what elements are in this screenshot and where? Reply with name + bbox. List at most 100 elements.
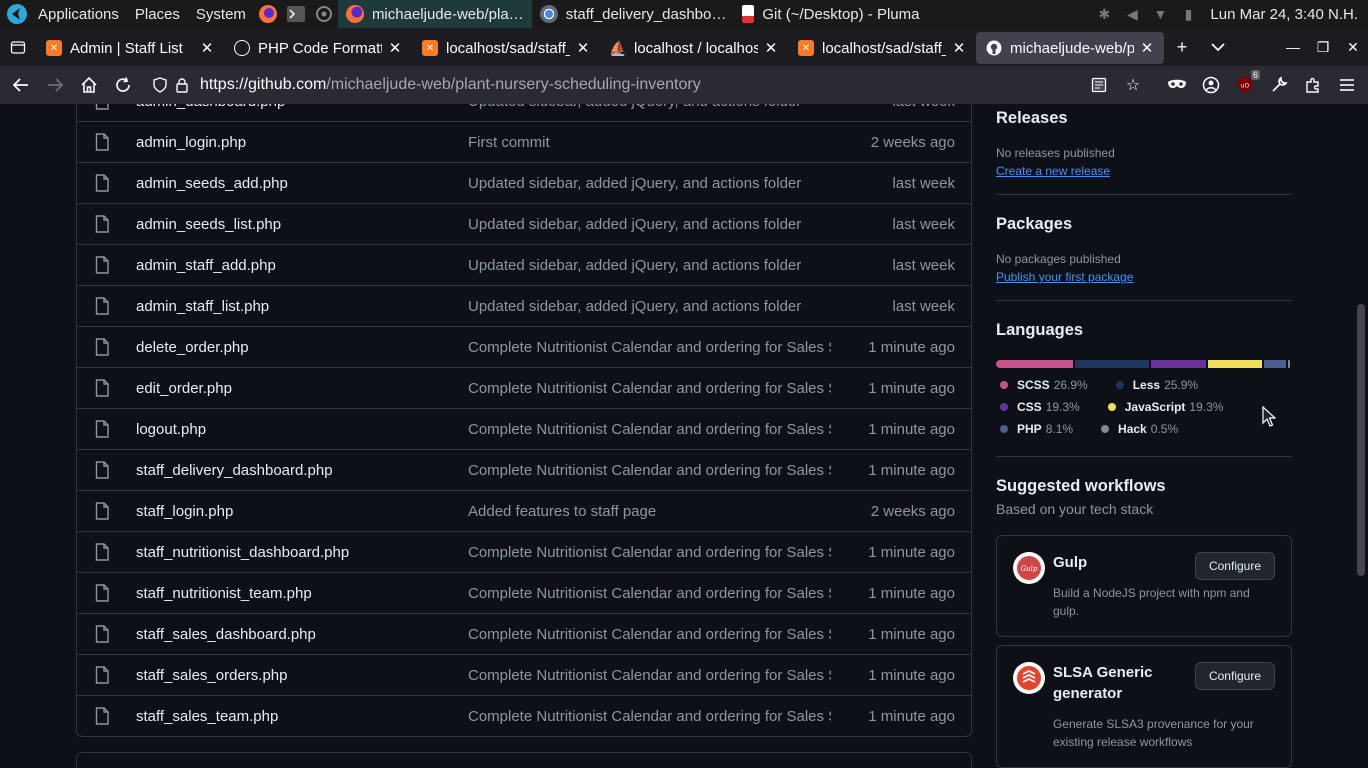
commit-message-link[interactable]: Added features to staff page xyxy=(468,503,831,520)
commit-message-link[interactable]: Complete Nutritionist Calendar and order… xyxy=(468,585,831,602)
language-item[interactable]: JavaScript 19.3% xyxy=(1104,396,1223,418)
account-icon[interactable] xyxy=(1194,68,1228,102)
language-item[interactable]: CSS 19.3% xyxy=(996,396,1080,418)
commit-message-link[interactable]: Complete Nutritionist Calendar and order… xyxy=(468,339,831,356)
wrench-icon[interactable] xyxy=(1262,68,1296,102)
close-tab-icon[interactable]: ✕ xyxy=(950,39,968,57)
chrome-launcher-icon[interactable] xyxy=(313,3,335,25)
volume-icon[interactable]: ◀ xyxy=(1118,0,1146,28)
minimize-icon[interactable]: — xyxy=(1278,29,1308,65)
configure-slsa-button[interactable]: Configure xyxy=(1194,662,1275,690)
home-icon[interactable] xyxy=(72,68,106,102)
reload-icon[interactable] xyxy=(106,68,140,102)
language-bar-segment[interactable] xyxy=(1288,360,1290,368)
new-tab-icon[interactable]: + xyxy=(1164,29,1200,65)
file-row[interactable]: staff_sales_team.php Complete Nutritionis… xyxy=(77,695,971,736)
scrollbar-thumb[interactable] xyxy=(1357,304,1365,576)
language-bar-segment[interactable] xyxy=(1150,360,1206,368)
os-menu-system[interactable]: System xyxy=(188,0,254,28)
file-name-link[interactable]: staff_sales_team.php xyxy=(136,708,468,725)
taskbar-pluma-window[interactable]: Git (~/Desktop) - Pluma xyxy=(734,0,927,28)
tab-github-repo[interactable]: michaeljude-web/pl ✕ xyxy=(976,32,1164,64)
bookmark-star-icon[interactable]: ☆ xyxy=(1116,68,1150,102)
language-item[interactable]: Less 25.9% xyxy=(1112,374,1198,396)
commit-message-link[interactable]: Complete Nutritionist Calendar and order… xyxy=(468,380,831,397)
commit-message-link[interactable]: Complete Nutritionist Calendar and order… xyxy=(468,667,831,684)
extensions-puzzle-icon[interactable] xyxy=(1296,68,1330,102)
shield-icon[interactable] xyxy=(150,75,170,95)
releases-heading[interactable]: Releases xyxy=(996,109,1292,128)
file-name-link[interactable]: logout.php xyxy=(136,421,468,438)
language-item[interactable]: Hack 0.5% xyxy=(1097,418,1178,440)
os-menu-applications[interactable]: Applications xyxy=(30,0,127,28)
close-tab-icon[interactable]: ✕ xyxy=(762,39,780,57)
tab-localhost-phpmyadmin[interactable]: ⛵ localhost / localhost ✕ xyxy=(600,32,788,64)
close-tab-icon[interactable]: ✕ xyxy=(198,39,216,57)
file-name-link[interactable]: admin_seeds_add.php xyxy=(136,175,468,192)
file-row[interactable]: admin_staff_list.php Updated sidebar, add… xyxy=(77,285,971,326)
tab-php-code-formatting[interactable]: PHP Code Formatting ✕ xyxy=(224,32,412,64)
commit-message-link[interactable]: Updated sidebar, added jQuery, and actio… xyxy=(468,216,831,233)
publish-package-link[interactable]: Publish your first package xyxy=(996,270,1292,284)
lock-icon[interactable] xyxy=(172,75,192,95)
packages-heading[interactable]: Packages xyxy=(996,215,1292,234)
page-scrollbar[interactable] xyxy=(1354,104,1368,768)
commit-message-link[interactable]: Updated sidebar, added jQuery, and actio… xyxy=(468,104,831,110)
file-name-link[interactable]: edit_order.php xyxy=(136,380,468,397)
file-row[interactable]: staff_delivery_dashboard.php Complete Nut… xyxy=(77,449,971,490)
file-row[interactable]: staff_sales_orders.php Complete Nutrition… xyxy=(77,654,971,695)
close-tab-icon[interactable]: ✕ xyxy=(386,39,404,57)
taskbar-firefox-window[interactable]: michaeljude-web/pla… xyxy=(337,0,532,28)
distro-logo-icon[interactable] xyxy=(4,1,30,27)
file-name-link[interactable]: staff_sales_orders.php xyxy=(136,667,468,684)
commit-message-link[interactable]: First commit xyxy=(468,134,831,151)
url-bar[interactable]: https://github.com/michaeljude-web/plant… xyxy=(144,69,1156,101)
commit-message-link[interactable]: Updated sidebar, added jQuery, and actio… xyxy=(468,298,831,315)
file-row[interactable]: staff_nutritionist_team.php Complete Nutr… xyxy=(77,572,971,613)
file-row[interactable]: staff_nutritionist_dashboard.php Complete… xyxy=(77,531,971,572)
hamburger-menu-icon[interactable] xyxy=(1330,68,1364,102)
url-text[interactable]: https://github.com/michaeljude-web/plant… xyxy=(200,76,701,94)
chevron-down-icon[interactable] xyxy=(1200,29,1236,65)
file-row[interactable]: admin_dashboard.phpUpdated sidebar, adde… xyxy=(77,104,971,121)
close-tab-icon[interactable]: ✕ xyxy=(574,39,592,57)
private-mask-icon[interactable] xyxy=(1160,68,1194,102)
firefox-launcher-icon[interactable] xyxy=(257,3,279,25)
create-release-link[interactable]: Create a new release xyxy=(996,164,1292,178)
language-bar-segment[interactable] xyxy=(1074,360,1149,368)
commit-message-link[interactable]: Complete Nutritionist Calendar and order… xyxy=(468,708,831,725)
close-tab-icon[interactable]: ✕ xyxy=(1138,39,1156,57)
file-name-link[interactable]: admin_seeds_list.php xyxy=(136,216,468,233)
file-row[interactable]: edit_order.php Complete Nutritionist Cale… xyxy=(77,367,971,408)
reader-view-icon[interactable] xyxy=(1082,68,1116,102)
tab-admin-staff-list[interactable]: ✕ Admin | Staff List ✕ xyxy=(36,32,224,64)
file-row[interactable]: staff_sales_dashboard.php Complete Nutrit… xyxy=(77,613,971,654)
file-row[interactable]: admin_login.php First commit 2 weeks ago xyxy=(77,121,971,162)
file-row[interactable]: admin_seeds_add.php Updated sidebar, adde… xyxy=(77,162,971,203)
tab-localhost-sad-staff-1[interactable]: ✕ localhost/sad/staff_ ✕ xyxy=(412,32,600,64)
terminal-launcher-icon[interactable] xyxy=(285,3,307,25)
configure-gulp-button[interactable]: Configure xyxy=(1194,552,1275,580)
commit-message-link[interactable]: Updated sidebar, added jQuery, and actio… xyxy=(468,175,831,192)
bluetooth-icon[interactable]: ✱ xyxy=(1090,0,1118,28)
file-name-link[interactable]: staff_nutritionist_dashboard.php xyxy=(136,544,468,561)
taskbar-chrome-window[interactable]: staff_delivery_dashbo… xyxy=(532,0,735,28)
language-bar-segment[interactable] xyxy=(1264,360,1287,368)
file-name-link[interactable]: admin_login.php xyxy=(136,134,468,151)
commit-message-link[interactable]: Complete Nutritionist Calendar and order… xyxy=(468,421,831,438)
language-bar-segment[interactable] xyxy=(1207,360,1263,368)
commit-message-link[interactable]: Complete Nutritionist Calendar and order… xyxy=(468,626,831,643)
os-menu-places[interactable]: Places xyxy=(127,0,188,28)
language-bar-segment[interactable] xyxy=(996,360,1073,368)
commit-message-link[interactable]: Updated sidebar, added jQuery, and actio… xyxy=(468,257,831,274)
file-row[interactable]: admin_staff_add.php Updated sidebar, adde… xyxy=(77,244,971,285)
wifi-icon[interactable]: ▼ xyxy=(1146,0,1174,28)
list-all-tabs-icon[interactable] xyxy=(0,28,36,66)
file-row[interactable]: staff_login.php Added features to staff p… xyxy=(77,490,971,531)
tab-localhost-sad-staff-2[interactable]: ✕ localhost/sad/staff_ ✕ xyxy=(788,32,976,64)
back-icon[interactable] xyxy=(4,68,38,102)
commit-message-link[interactable]: Complete Nutritionist Calendar and order… xyxy=(468,544,831,561)
file-name-link[interactable]: admin_dashboard.php xyxy=(136,104,468,110)
file-name-link[interactable]: staff_login.php xyxy=(136,503,468,520)
language-item[interactable]: PHP 8.1% xyxy=(996,418,1073,440)
